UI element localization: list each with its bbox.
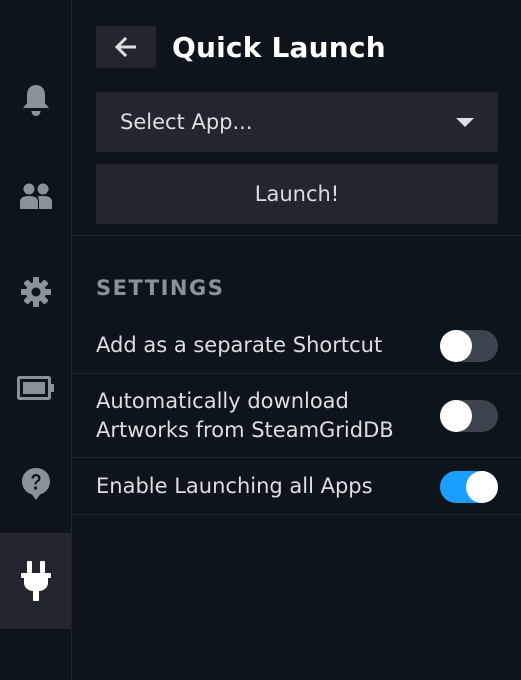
setting-row-separate-shortcut: Add as a separate Shortcut: [96, 329, 498, 362]
app-select-value: Select App...: [120, 110, 253, 134]
panel-header: Quick Launch: [96, 26, 386, 68]
help-icon: [21, 468, 50, 500]
rail-item-notifications[interactable]: [0, 52, 71, 148]
app-select-dropdown[interactable]: Select App...: [96, 92, 498, 152]
setting-label-line: Automatically download: [96, 389, 349, 413]
download-artworks-toggle[interactable]: [440, 400, 498, 432]
setting-label: Add as a separate Shortcut: [96, 331, 382, 360]
row-divider: [72, 373, 521, 374]
toggle-knob: [466, 470, 498, 503]
section-divider: [72, 235, 521, 236]
rail-item-plugins[interactable]: [0, 533, 71, 629]
setting-label-line: Enable Launching all Apps: [96, 474, 373, 498]
separate-shortcut-toggle[interactable]: [440, 329, 498, 362]
arrow-left-icon: [115, 37, 136, 57]
toggle-knob: [440, 400, 472, 432]
toggle-knob: [440, 329, 472, 362]
caret-down-icon: [456, 117, 474, 127]
quick-launch-panel: Quick Launch Select App... Launch! SETTI…: [72, 0, 521, 680]
setting-label-line: Artworks from SteamGridDB: [96, 418, 394, 442]
setting-label-line: Add as a separate Shortcut: [96, 333, 383, 357]
rail-item-battery[interactable]: [0, 340, 71, 436]
launch-button[interactable]: Launch!: [96, 164, 498, 224]
quick-launch-app: Quick Launch Select App... Launch! SETTI…: [0, 0, 521, 680]
back-button[interactable]: [96, 26, 156, 68]
rail-item-help[interactable]: [0, 436, 71, 532]
gear-icon: [20, 277, 51, 307]
side-rail: [0, 0, 72, 680]
page-title: Quick Launch: [172, 30, 386, 64]
setting-label: Automatically download Artworks from Ste…: [96, 387, 394, 445]
row-divider: [72, 457, 521, 458]
row-divider: [72, 514, 521, 515]
plug-icon: [20, 561, 51, 601]
settings-heading: SETTINGS: [96, 276, 225, 300]
setting-label: Enable Launching all Apps: [96, 472, 373, 501]
setting-row-download-artworks: Automatically download Artworks from Ste…: [96, 386, 498, 446]
battery-icon: [16, 376, 54, 400]
bell-icon: [22, 85, 49, 116]
rail-item-friends[interactable]: [0, 148, 71, 244]
setting-row-launch-all-apps: Enable Launching all Apps: [96, 470, 498, 503]
friends-icon: [19, 183, 52, 209]
rail-item-settings[interactable]: [0, 244, 71, 340]
launch-all-apps-toggle[interactable]: [440, 470, 498, 503]
